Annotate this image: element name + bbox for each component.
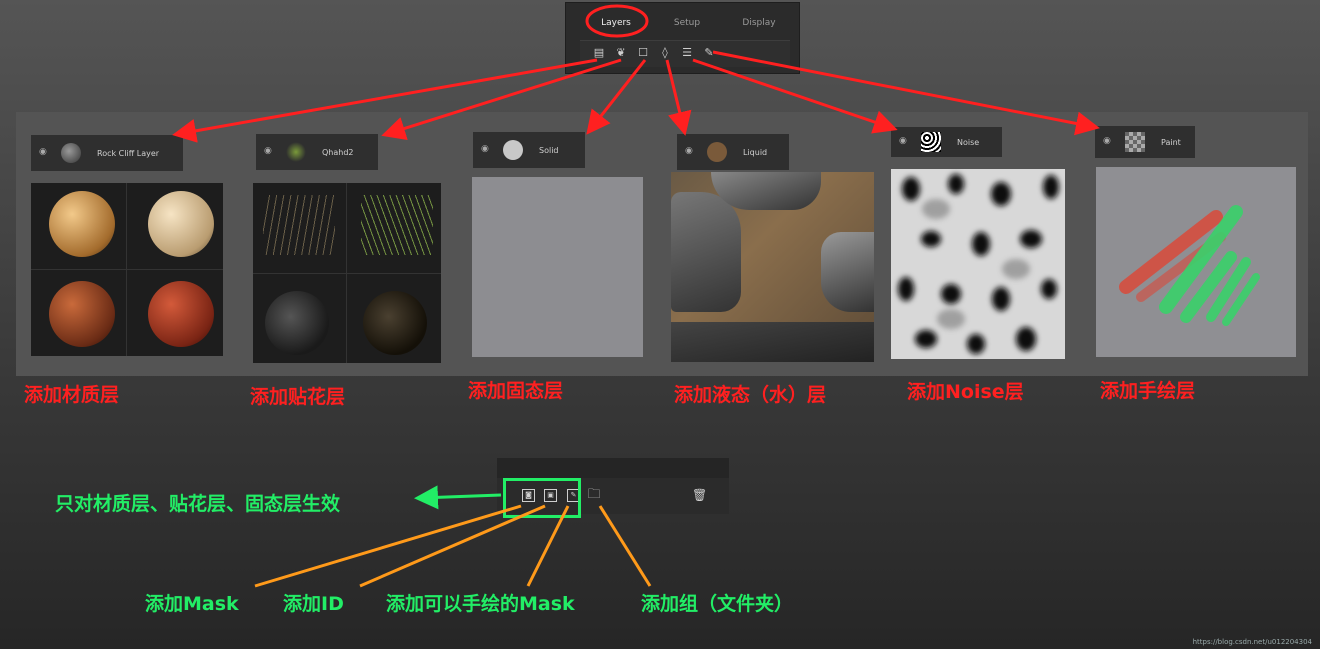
arrow-liquid [665,59,692,136]
arrow-add-group [598,505,652,587]
arrow-mask-scope [414,485,502,510]
arrow-paint [712,50,1100,136]
arrow-add-paint-mask [526,505,570,587]
watermark: https://blog.csdn.net/u012204304 [1192,638,1312,646]
arrow-material [172,58,598,143]
layers-tab-highlight [585,4,649,38]
arrow-solid [586,59,647,135]
arrow-noise [692,58,898,134]
arrow-decal [381,58,622,141]
annotation-overlay [172,4,1100,588]
